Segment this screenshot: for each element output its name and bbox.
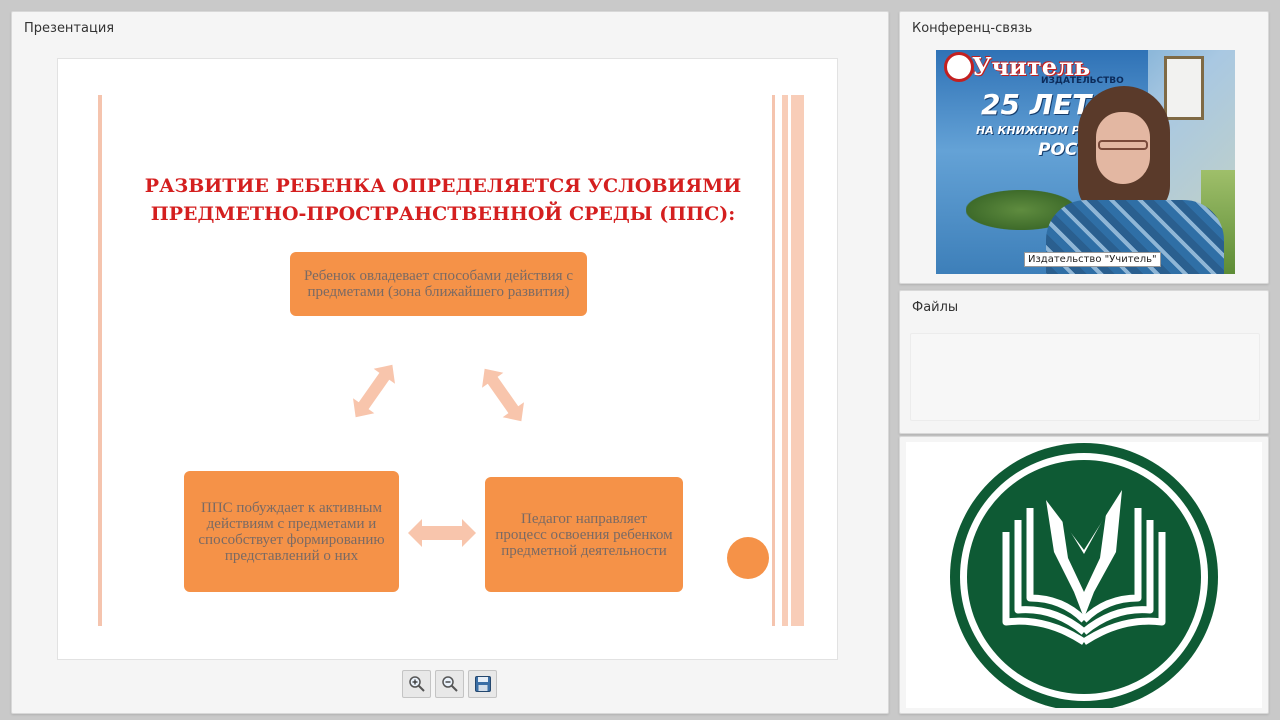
slide-decor-circle — [727, 537, 769, 579]
presentation-title: Презентация — [24, 21, 115, 36]
save-button[interactable] — [468, 670, 497, 698]
files-title: Файлы — [912, 300, 959, 315]
slide: РАЗВИТИЕ РЕБЕНКА ОПРЕДЕЛЯЕТСЯ УСЛОВИЯМИ … — [57, 58, 838, 660]
zoom-out-button[interactable] — [435, 670, 464, 698]
wall-certificate — [1164, 56, 1204, 120]
save-icon — [474, 676, 491, 692]
participant-name-label: Издательство "Учитель" — [1024, 252, 1161, 267]
presentation-toolbar — [402, 670, 497, 698]
diagram-arrows — [353, 364, 524, 547]
conference-title: Конференц-связь — [912, 21, 1033, 36]
conference-panel: Конференц-связь Учитель ИЗДАТЕЛЬСТВО 25 … — [899, 11, 1269, 284]
uchitel-logo-icon — [950, 443, 1218, 711]
arrow-left-diagonal — [353, 364, 395, 418]
files-list[interactable] — [910, 333, 1260, 421]
zoom-in-icon — [408, 676, 425, 692]
video-feed[interactable]: Учитель ИЗДАТЕЛЬСТВО 25 ЛЕТ НА КНИЖНОМ Р… — [936, 50, 1235, 274]
arrow-horizontal — [408, 519, 476, 547]
zoom-in-button[interactable] — [402, 670, 431, 698]
logo-area — [906, 442, 1262, 711]
presentation-panel: Презентация РАЗВИТИЕ РЕБЕНКА ОПРЕДЕЛЯЕТС… — [11, 11, 889, 714]
poster-anniversary: 25 ЛЕТ — [981, 88, 1092, 121]
arrow-right-diagonal — [482, 368, 524, 422]
zoom-out-icon — [441, 676, 458, 692]
publisher-logo-icon — [944, 52, 974, 82]
poster-subtitle: ИЗДАТЕЛЬСТВО — [1041, 76, 1124, 86]
speaker-glasses — [1098, 140, 1148, 150]
poster-line2: НА КНИЖНОМ Р — [976, 124, 1080, 137]
logo-panel — [899, 436, 1269, 714]
files-panel: Файлы — [899, 290, 1269, 434]
